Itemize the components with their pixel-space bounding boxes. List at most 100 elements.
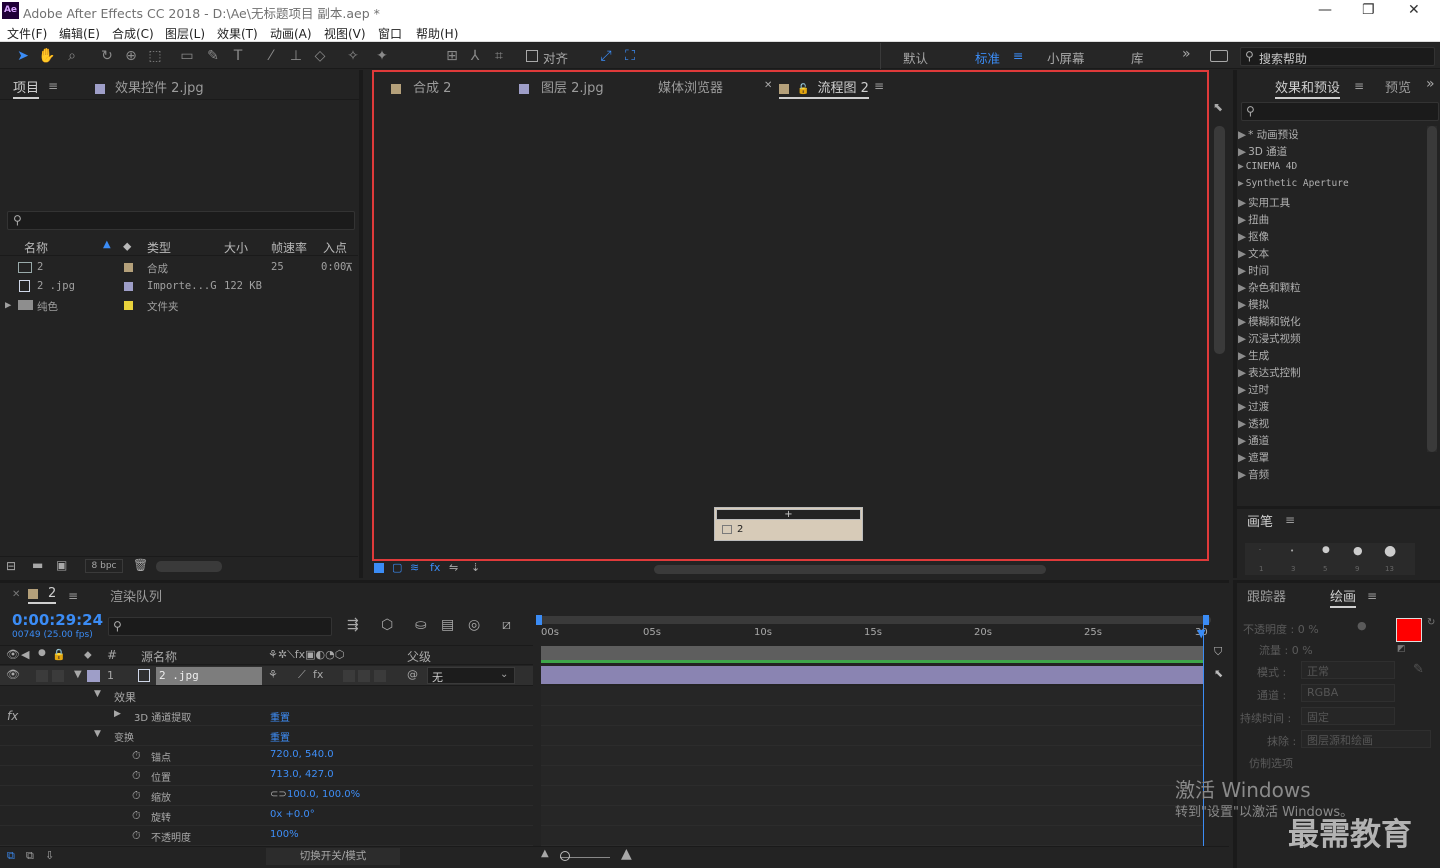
property-row-anchor[interactable]: ⏱ 锚点 720.0, 540.0: [0, 746, 533, 766]
label-color-swatch[interactable]: [124, 301, 133, 310]
close-tab-icon[interactable]: ✕: [12, 589, 20, 600]
collapse-arrow-icon[interactable]: ▼: [94, 689, 101, 699]
label-color-swatch[interactable]: [124, 263, 133, 272]
video-switch-icon[interactable]: 👁: [6, 648, 20, 661]
project-scrollbar[interactable]: [156, 561, 222, 572]
brush-tip-13[interactable]: ●: [1384, 543, 1396, 559]
timeline-menu-icon[interactable]: ≡: [68, 589, 78, 603]
comp-marker-bin-icon[interactable]: ⛉: [1214, 645, 1222, 659]
effect-category[interactable]: ▶ 生成: [1238, 348, 1269, 363]
menu-effect[interactable]: 效果(T): [217, 25, 258, 42]
adjustment-toggle[interactable]: [374, 670, 386, 682]
shy-switch-icon[interactable]: ⚘: [268, 668, 278, 681]
snap-grid-icon[interactable]: ⛶: [621, 47, 639, 65]
column-in[interactable]: 入点: [323, 239, 347, 256]
time-ruler[interactable]: 00s 05s 10s 15s 20s 25s 30: [538, 625, 1208, 646]
expand-arrow-icon[interactable]: ▶: [1238, 231, 1246, 243]
workspace-small-screen[interactable]: 小屏幕: [1047, 48, 1085, 67]
tab-project[interactable]: 项目: [13, 77, 40, 99]
effect-category[interactable]: ▶ 音频: [1238, 467, 1269, 482]
type-tool-icon[interactable]: T: [229, 47, 247, 65]
workspace-library[interactable]: 库: [1131, 48, 1144, 67]
brush-tool-icon[interactable]: ⁄: [262, 47, 280, 65]
project-search-input[interactable]: ⚲: [7, 211, 355, 230]
paint-flow[interactable]: 流量 : 0 %: [1259, 642, 1313, 658]
effect-category[interactable]: ▶ 杂色和颗粒: [1238, 280, 1301, 295]
pin-icon[interactable]: ⬉: [1213, 100, 1223, 114]
effect-category[interactable]: ▶ 沉浸式视频: [1238, 331, 1301, 346]
menu-animation[interactable]: 动画(A): [270, 25, 312, 42]
flowchart-view-icon[interactable]: [374, 563, 384, 573]
close-tab-icon[interactable]: ✕: [764, 80, 772, 91]
expand-arrow-icon[interactable]: ▶: [1238, 178, 1244, 189]
zoom-in-icon[interactable]: ▲: [621, 846, 632, 862]
brush-menu-icon[interactable]: ≡: [1285, 513, 1295, 527]
rotate-tool-icon[interactable]: ↻: [98, 47, 116, 65]
swap-colors-icon[interactable]: ↻: [1427, 617, 1435, 628]
default-colors-icon[interactable]: ◩: [1397, 644, 1406, 654]
tab-effect-controls[interactable]: 效果控件 2.jpg: [95, 77, 204, 96]
tab-composition[interactable]: 合成 2: [391, 77, 451, 96]
paint-erase-dropdown[interactable]: 图层源和绘画: [1301, 730, 1431, 748]
effect-category[interactable]: ▶ 实用工具: [1238, 195, 1290, 210]
expand-arrow-icon[interactable]: ▶: [5, 299, 11, 311]
tab-effects-presets[interactable]: 效果和预设: [1275, 77, 1341, 99]
tab-tracker[interactable]: 跟踪器: [1247, 586, 1286, 605]
expand-arrow-icon[interactable]: ▶: [1238, 435, 1246, 447]
shy-layers-icon[interactable]: ⛀: [415, 617, 427, 633]
expand-arrow-icon[interactable]: ▶: [1238, 316, 1246, 328]
pen-tool-icon[interactable]: ✎: [204, 47, 222, 65]
camera-tool-icon[interactable]: ⊕: [122, 47, 140, 65]
property-value[interactable]: 100.0, 100.0%: [287, 789, 360, 800]
property-row-position[interactable]: ⏱ 位置 713.0, 427.0: [0, 766, 533, 786]
lock-switch-icon[interactable]: 🔒: [52, 648, 66, 661]
menu-composition[interactable]: 合成(C): [112, 25, 154, 42]
expand-arrow-icon[interactable]: ▶: [1238, 367, 1246, 379]
property-row-transform[interactable]: ▼ 变换 重置: [0, 726, 533, 746]
flow-direction-icon[interactable]: ⇋: [449, 561, 458, 574]
draft-3d-icon[interactable]: ⬡: [381, 617, 393, 633]
tab-layer[interactable]: 图层 2.jpg: [519, 77, 604, 96]
flowchart-icon[interactable]: ⊼: [345, 261, 353, 274]
interpret-footage-icon[interactable]: ⊟: [6, 559, 16, 573]
brush-tip-9[interactable]: ●: [1353, 544, 1363, 557]
column-name[interactable]: 名称: [24, 239, 48, 256]
pin-icon[interactable]: ⬉: [1214, 667, 1223, 680]
expand-arrow-icon[interactable]: ▶: [1238, 265, 1246, 277]
column-fps[interactable]: 帧速率: [271, 239, 307, 256]
timeline-search-input[interactable]: ⚲: [108, 617, 332, 636]
panel-more-icon[interactable]: »: [1426, 76, 1435, 92]
effect-category[interactable]: ▶ 透视: [1238, 416, 1269, 431]
source-name-header[interactable]: 源名称: [141, 648, 177, 665]
time-stretch-icon[interactable]: ⇩: [45, 849, 54, 862]
playhead-icon[interactable]: ▼: [1197, 627, 1205, 640]
selection-tool-icon[interactable]: ➤: [14, 47, 32, 65]
graph-editor-icon[interactable]: ⧄: [502, 617, 511, 633]
paint-menu-icon[interactable]: ≡: [1367, 589, 1377, 603]
constrain-link-icon[interactable]: ⊂⊃: [270, 789, 287, 800]
menu-help[interactable]: 帮助(H): [416, 25, 458, 42]
layer-label-swatch[interactable]: [87, 670, 100, 682]
workspace-more-icon[interactable]: »: [1182, 46, 1191, 62]
effects-scrollbar[interactable]: [1427, 126, 1437, 452]
effect-category[interactable]: ▶ * 动画预设: [1238, 127, 1299, 142]
property-row-effects[interactable]: ▼ 效果: [0, 686, 533, 706]
collapse-arrow-icon[interactable]: ▼: [94, 729, 101, 739]
layer-row[interactable]: 👁 ▼ 1 2 .jpg ⚘ ⟋ fx @ 无 ⌄: [0, 666, 533, 686]
expand-arrow-icon[interactable]: ▶: [1238, 129, 1246, 141]
property-row-opacity[interactable]: ⏱ 不透明度 100%: [0, 826, 533, 846]
menu-layer[interactable]: 图层(L): [165, 25, 205, 42]
property-value[interactable]: 0x +0.0°: [270, 809, 315, 820]
foreground-color-swatch[interactable]: [1396, 618, 1422, 642]
expand-arrow-icon[interactable]: ▶: [1238, 333, 1246, 345]
zoom-tool-icon[interactable]: ⌕: [63, 47, 81, 65]
expand-arrow-icon[interactable]: ▶: [1238, 282, 1246, 294]
effect-category[interactable]: ▶ 过时: [1238, 382, 1269, 397]
project-item-comp[interactable]: 2 合成 25 0:00 ⊼: [0, 258, 358, 277]
zoom-out-icon[interactable]: ▲: [541, 848, 549, 859]
workspace-menu-icon[interactable]: ≡: [1013, 48, 1023, 63]
show-footage-icon[interactable]: ≋: [410, 561, 419, 574]
effects-search-input[interactable]: ⚲: [1241, 102, 1439, 121]
roto-brush-tool-icon[interactable]: ✧: [344, 47, 362, 65]
work-area-end-handle[interactable]: [1203, 615, 1209, 625]
